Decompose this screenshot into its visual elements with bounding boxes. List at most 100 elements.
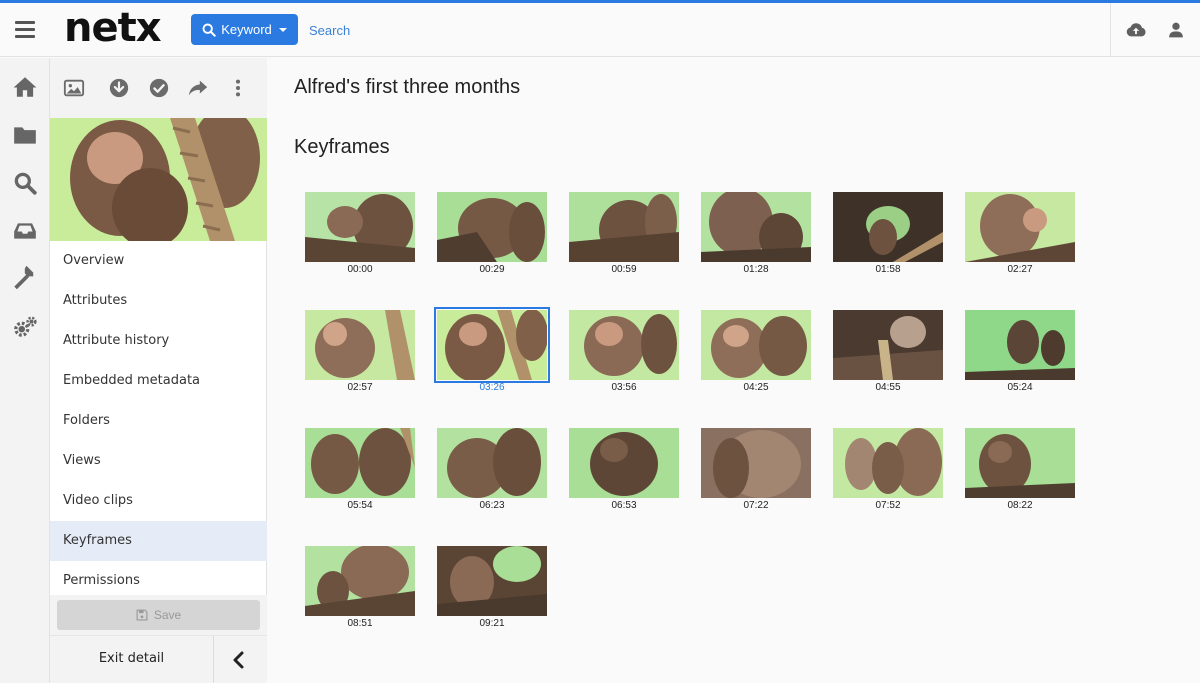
keyframe-timestamp: 00:29 xyxy=(479,264,505,275)
share-icon[interactable] xyxy=(187,77,209,99)
keyframe-timestamp: 04:25 xyxy=(743,382,769,393)
keyframe-thumbnail[interactable]: 00:00 xyxy=(305,192,415,275)
more-options-icon[interactable] xyxy=(227,77,249,99)
keyframe-timestamp: 03:26 xyxy=(479,382,505,393)
search-input[interactable] xyxy=(304,15,604,45)
asset-toolbar xyxy=(50,58,267,118)
nav-embedded-metadata[interactable]: Embedded metadata xyxy=(50,361,267,401)
keyframe-timestamp: 01:58 xyxy=(875,264,901,275)
keyframe-image xyxy=(569,310,679,380)
keyframe-image xyxy=(305,310,415,380)
inbox-icon[interactable] xyxy=(12,218,38,244)
search-icon[interactable] xyxy=(12,170,38,196)
nav-overview[interactable]: Overview xyxy=(50,241,267,281)
keyframe-image xyxy=(965,192,1075,262)
keyframe-thumbnail[interactable]: 05:54 xyxy=(305,428,415,511)
keyframe-timestamp: 06:23 xyxy=(479,500,505,511)
keyframe-timestamp: 00:00 xyxy=(347,264,373,275)
keyframe-thumbnail[interactable]: 06:53 xyxy=(569,428,679,511)
floppy-disk-icon xyxy=(136,609,148,621)
keyframe-thumbnail[interactable]: 03:56 xyxy=(569,310,679,393)
keyframe-timestamp: 08:51 xyxy=(347,618,373,629)
keyframe-thumbnail[interactable]: 01:58 xyxy=(833,192,943,275)
keyframe-timestamp: 07:52 xyxy=(875,500,901,511)
keyframe-timestamp: 04:55 xyxy=(875,382,901,393)
detail-nav: Overview Attributes Attribute history Em… xyxy=(50,241,267,601)
folder-icon[interactable] xyxy=(12,122,38,148)
keyframe-thumbnail-selected[interactable]: 03:26 xyxy=(434,307,550,393)
app-logo[interactable]: netx xyxy=(64,5,162,51)
keyframe-thumbnail[interactable]: 05:24 xyxy=(965,310,1075,393)
keyframe-thumbnail[interactable]: 04:25 xyxy=(701,310,811,393)
keyframe-image xyxy=(833,192,943,262)
nav-views[interactable]: Views xyxy=(50,441,267,481)
keyframe-timestamp: 06:53 xyxy=(611,500,637,511)
keyframe-image xyxy=(437,546,547,616)
keyframe-thumbnail[interactable]: 00:59 xyxy=(569,192,679,275)
keyframe-thumbnail[interactable]: 02:57 xyxy=(305,310,415,393)
keyframe-image xyxy=(569,428,679,498)
keyframe-image xyxy=(305,546,415,616)
keyframe-timestamp: 07:22 xyxy=(743,500,769,511)
keyframe-image xyxy=(434,307,550,383)
asset-thumbnail xyxy=(50,118,267,241)
caret-down-icon xyxy=(278,27,287,32)
main-content: Alfred's first three months Keyframes 00… xyxy=(268,58,1200,683)
chevron-left-icon[interactable] xyxy=(228,650,250,670)
keyframe-thumbnail[interactable]: 08:22 xyxy=(965,428,1075,511)
keyframe-thumbnail[interactable]: 01:28 xyxy=(701,192,811,275)
keyframe-thumbnail[interactable]: 07:22 xyxy=(701,428,811,511)
keyframe-timestamp: 03:56 xyxy=(611,382,637,393)
keyframe-thumbnail[interactable]: 07:52 xyxy=(833,428,943,511)
save-button-label: Save xyxy=(153,608,182,622)
left-nav-rail xyxy=(0,58,50,683)
check-circle-icon[interactable] xyxy=(148,77,170,99)
download-icon[interactable] xyxy=(108,77,130,99)
image-preview-icon[interactable] xyxy=(63,77,85,99)
keyframe-image xyxy=(833,428,943,498)
keyframe-timestamp: 05:24 xyxy=(1007,382,1033,393)
nav-attribute-history[interactable]: Attribute history xyxy=(50,321,267,361)
keyframe-timestamp: 08:22 xyxy=(1007,500,1033,511)
home-icon[interactable] xyxy=(12,74,38,100)
keyframe-image xyxy=(965,428,1075,498)
keyframe-timestamp: 02:27 xyxy=(1007,264,1033,275)
section-title: Keyframes xyxy=(294,136,390,158)
keyframe-thumbnail[interactable]: 00:29 xyxy=(437,192,547,275)
user-icon[interactable] xyxy=(1165,19,1187,41)
keyframe-image xyxy=(305,192,415,262)
nav-keyframes[interactable]: Keyframes xyxy=(50,521,267,561)
keyframe-thumbnail[interactable]: 04:55 xyxy=(833,310,943,393)
keyframe-timestamp: 05:54 xyxy=(347,500,373,511)
keyframe-thumbnail[interactable]: 08:51 xyxy=(305,546,415,629)
nav-attributes[interactable]: Attributes xyxy=(50,281,267,321)
hammer-icon[interactable] xyxy=(12,266,38,292)
keyframe-image xyxy=(437,428,547,498)
keyword-dropdown-button[interactable]: Keyword xyxy=(191,14,298,45)
keyframe-image xyxy=(437,192,547,262)
keyframe-thumbnail[interactable]: 02:27 xyxy=(965,192,1075,275)
settings-gears-icon[interactable] xyxy=(12,314,38,340)
nav-folders[interactable]: Folders xyxy=(50,401,267,441)
menu-icon[interactable] xyxy=(15,21,35,39)
save-button[interactable]: Save xyxy=(57,600,260,630)
keyframe-image xyxy=(569,192,679,262)
keyframe-timestamp: 00:59 xyxy=(611,264,637,275)
app-header: netx Keyword xyxy=(0,3,1200,57)
keyframe-image xyxy=(701,310,811,380)
keyframe-timestamp: 02:57 xyxy=(347,382,373,393)
keyframe-image xyxy=(305,428,415,498)
keyframe-image xyxy=(701,192,811,262)
keyframe-thumbnail[interactable]: 09:21 xyxy=(437,546,547,629)
header-divider xyxy=(1110,3,1111,57)
nav-video-clips[interactable]: Video clips xyxy=(50,481,267,521)
keyframe-timestamp: 09:21 xyxy=(479,618,505,629)
keyframe-thumbnail[interactable]: 06:23 xyxy=(437,428,547,511)
keyframe-timestamp: 01:28 xyxy=(743,264,769,275)
exit-detail-button[interactable]: Exit detail xyxy=(50,636,213,683)
save-bar: Save xyxy=(50,595,267,635)
asset-detail-panel: Overview Attributes Attribute history Em… xyxy=(50,58,267,683)
keyword-button-label: Keyword xyxy=(221,22,272,37)
cloud-upload-icon[interactable] xyxy=(1125,19,1147,41)
keyframe-image xyxy=(965,310,1075,380)
